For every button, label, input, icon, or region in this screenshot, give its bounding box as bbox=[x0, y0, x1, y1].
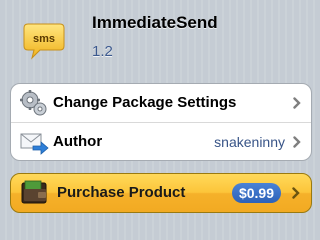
chevron-right-icon bbox=[293, 136, 301, 148]
chevron-right-icon bbox=[292, 187, 300, 199]
author-label: Author bbox=[53, 133, 103, 150]
wallet-icon bbox=[21, 180, 47, 204]
settings-group: Change Package Settings Author snakeninn… bbox=[10, 83, 312, 161]
purchase-product-button[interactable]: Purchase Product $0.99 bbox=[10, 173, 312, 213]
change-package-settings-label: Change Package Settings bbox=[53, 94, 237, 111]
package-title: ImmediateSend bbox=[92, 13, 218, 32]
change-package-settings-row[interactable]: Change Package Settings bbox=[11, 84, 311, 122]
chevron-right-icon bbox=[293, 97, 301, 109]
package-header: sms ImmediateSend 1.2 bbox=[0, 0, 320, 80]
sms-app-icon: sms bbox=[23, 23, 65, 60]
package-version: 1.2 bbox=[92, 43, 113, 60]
gears-icon bbox=[20, 90, 47, 116]
mail-arrow-icon bbox=[20, 133, 49, 155]
author-value: snakeninny bbox=[214, 134, 285, 150]
app-icon-text: sms bbox=[33, 33, 55, 45]
price-badge: $0.99 bbox=[231, 183, 281, 203]
purchase-product-label: Purchase Product bbox=[57, 184, 186, 201]
author-row[interactable]: Author snakeninny bbox=[11, 122, 311, 160]
